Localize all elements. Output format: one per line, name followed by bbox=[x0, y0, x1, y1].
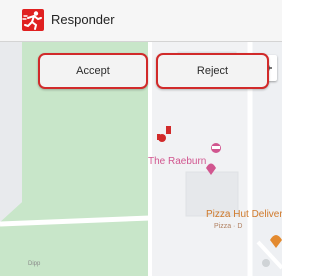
poi-raeburn-label[interactable]: The Raeburn bbox=[148, 156, 206, 167]
road-label-bottom: Dipp bbox=[28, 261, 41, 267]
accept-button[interactable]: Accept bbox=[38, 53, 148, 89]
app-title: Responder bbox=[51, 12, 115, 27]
runner-logo-icon bbox=[22, 9, 44, 31]
reject-button[interactable]: Reject bbox=[156, 53, 269, 89]
restaurant-pin bbox=[262, 259, 270, 267]
poi-pizza-sublabel: Pizza · D bbox=[214, 223, 243, 230]
poi-pizza-label[interactable]: Pizza Hut Deliver bbox=[206, 209, 282, 220]
shop-marker bbox=[211, 143, 221, 153]
app-bar: Responder bbox=[0, 0, 282, 42]
